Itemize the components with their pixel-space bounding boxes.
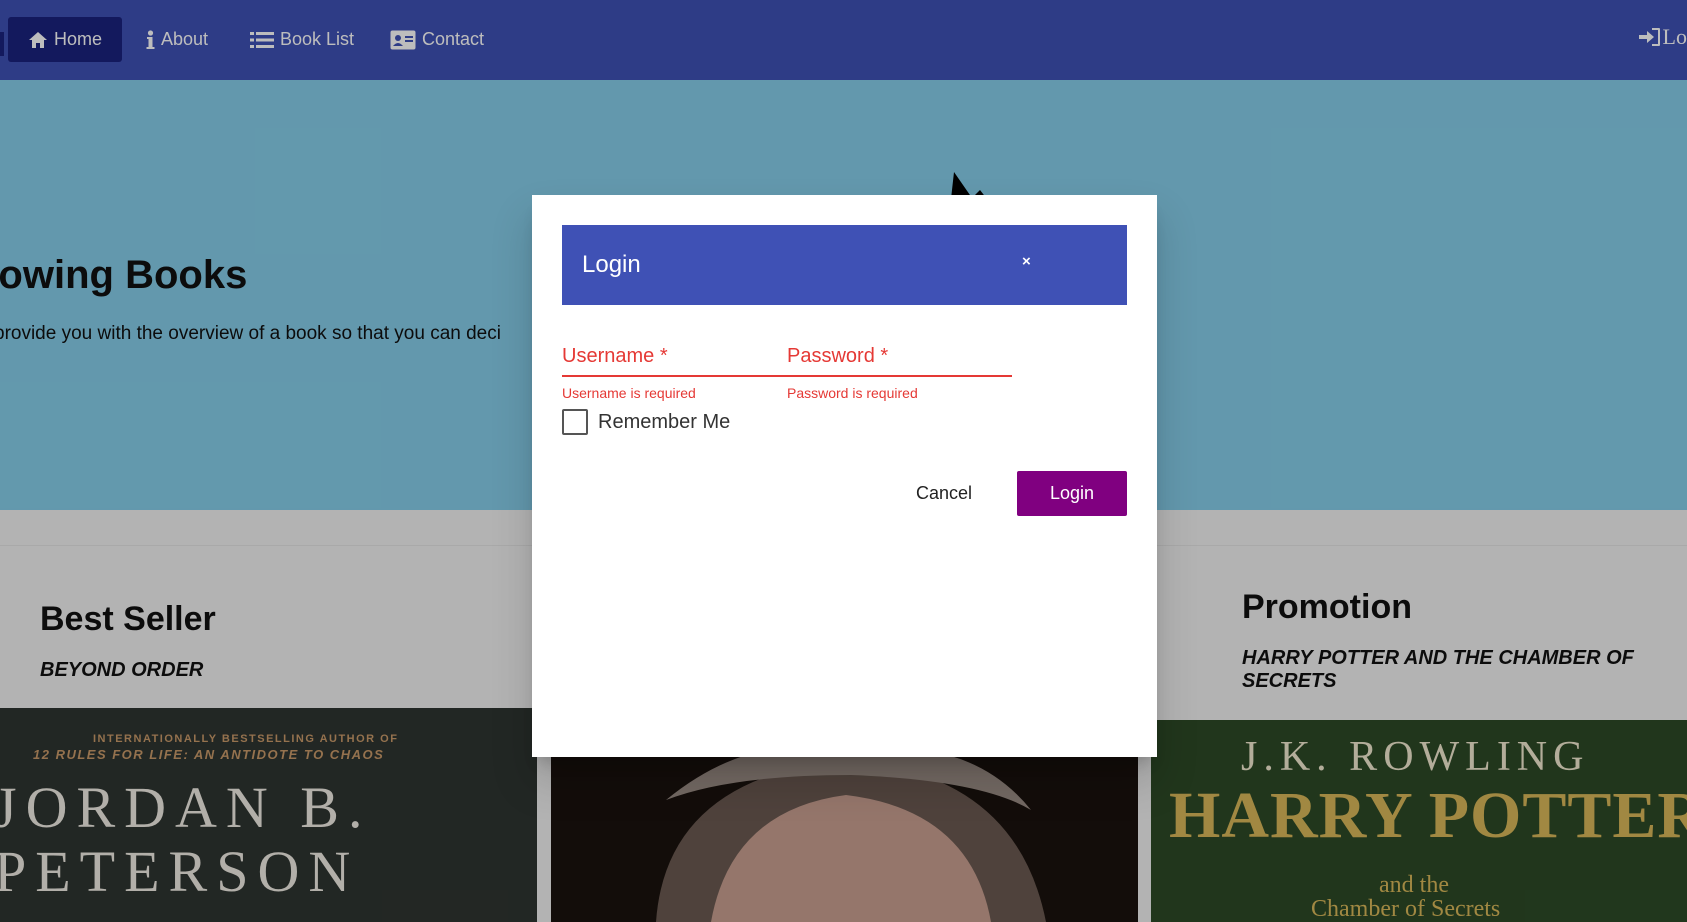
cancel-button[interactable]: Cancel [905,471,983,516]
username-error: Username is required [562,385,696,401]
remember-me-label: Remember Me [598,410,731,433]
username-field[interactable]: Username * Username is required [562,345,787,401]
close-icon[interactable]: × [1022,253,1031,270]
username-underline [562,375,787,377]
password-label: Password * [787,345,889,367]
username-label: Username * [562,345,668,367]
login-dialog: Login × Username * Username is required … [532,195,1157,757]
remember-me-checkbox[interactable] [562,409,588,435]
password-underline [787,375,1012,377]
password-field[interactable]: Password * Password is required [787,345,1012,401]
dialog-header: Login × [562,225,1127,305]
remember-me: Remember Me [562,409,730,435]
dialog-title: Login [582,251,641,278]
login-button[interactable]: Login [1017,471,1127,516]
password-error: Password is required [787,385,918,401]
